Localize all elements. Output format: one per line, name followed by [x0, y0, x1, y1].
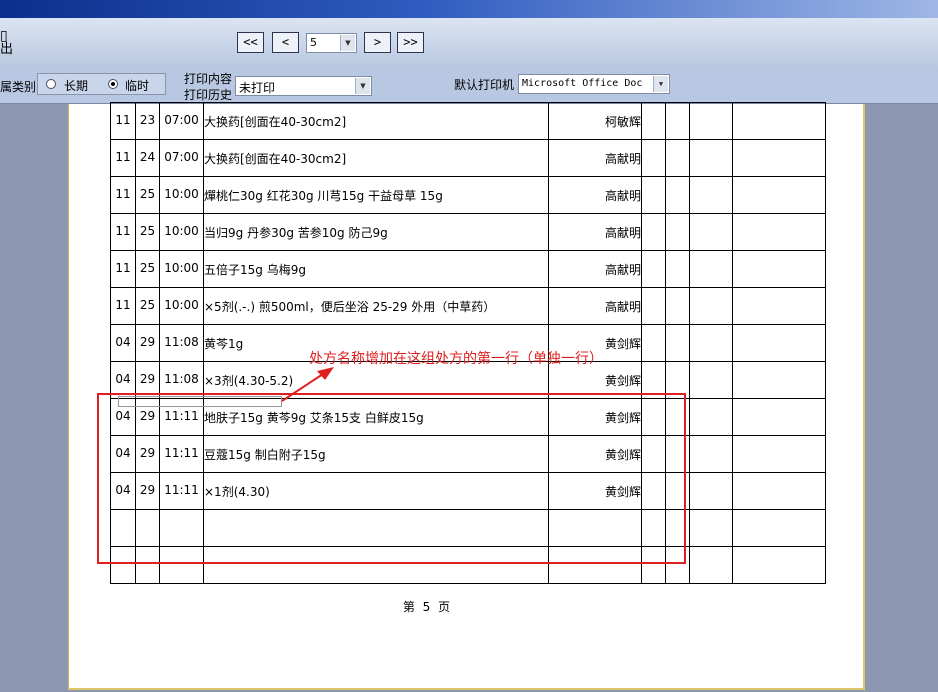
annotation-arrow — [281, 367, 334, 402]
annotation-text: 处方名称增加在这组处方的第一行（单独一行） — [309, 351, 603, 367]
